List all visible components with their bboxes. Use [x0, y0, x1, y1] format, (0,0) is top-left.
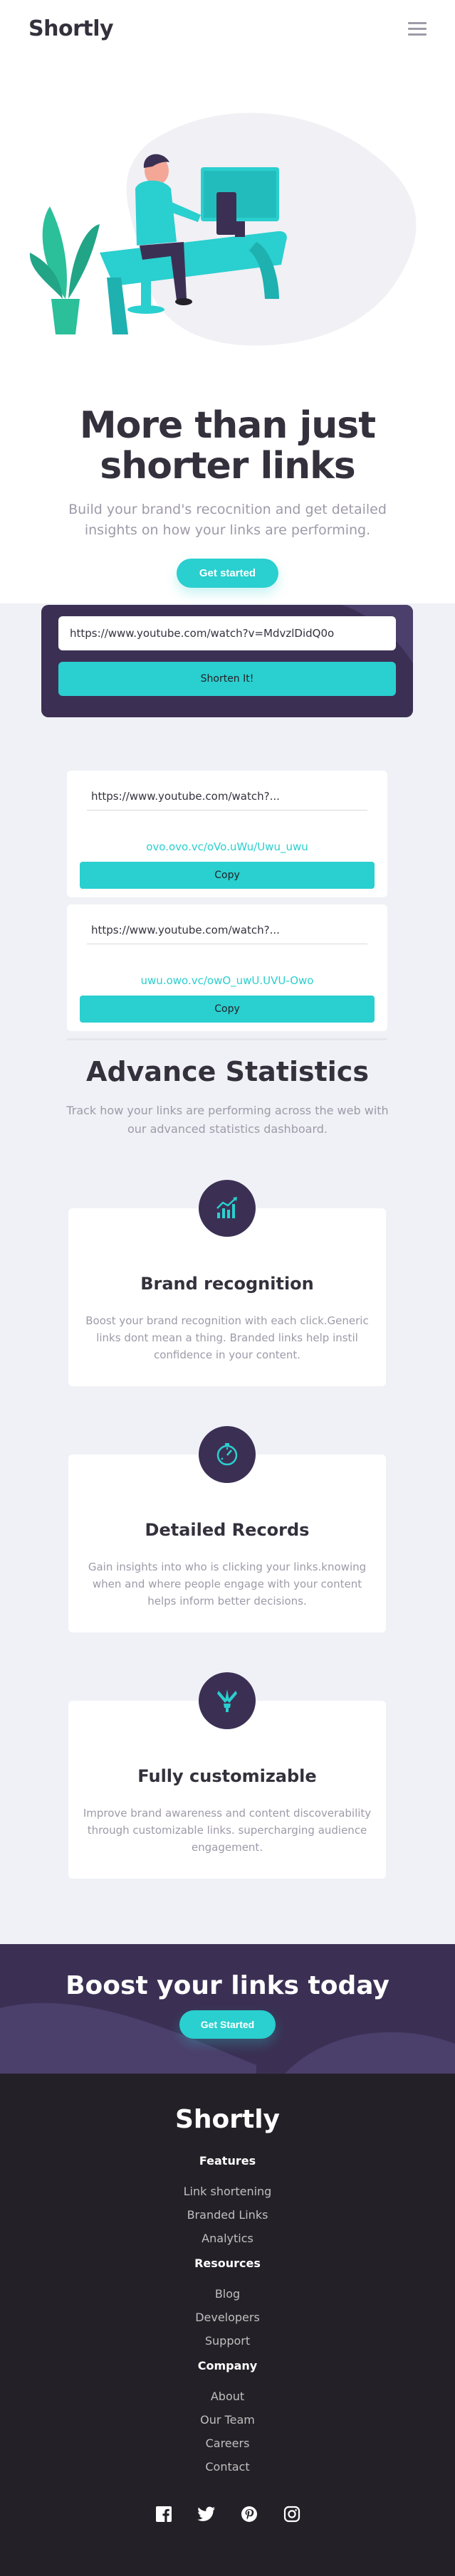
- footer-link[interactable]: Careers: [0, 2437, 455, 2450]
- feature-title: Brand recognition: [140, 1274, 314, 1294]
- boost-section: Boost your links today Get Started: [0, 1944, 455, 2074]
- hero-title-line2: shorter links: [100, 445, 355, 488]
- instagram-icon[interactable]: [283, 2505, 301, 2523]
- original-link: https://www.youtube.com/watch?...: [87, 904, 367, 944]
- footer-column-company: Company About Our Team Careers Contact: [0, 2359, 455, 2474]
- footer-logo[interactable]: Shortly: [0, 2105, 455, 2134]
- footer-column-title: Company: [197, 2359, 258, 2372]
- footer-link[interactable]: Analytics: [0, 2232, 455, 2245]
- footer-link[interactable]: Developers: [0, 2311, 455, 2324]
- brush-icon: [199, 1672, 256, 1729]
- copy-button[interactable]: Copy: [80, 996, 375, 1023]
- feature-card-brand-recognition: Brand recognition Boost your brand recog…: [68, 1180, 386, 1386]
- chart-icon: [199, 1180, 256, 1237]
- page: Shortly More than just shorter links Bui…: [0, 0, 455, 2576]
- get-started-button[interactable]: Get started: [176, 559, 279, 588]
- boost-get-started-button[interactable]: Get Started: [179, 2010, 276, 2039]
- twitter-icon[interactable]: [197, 2505, 216, 2523]
- site-header: Shortly: [0, 0, 455, 57]
- social-links: [0, 2505, 455, 2523]
- hero-title: More than just shorter links: [43, 404, 412, 488]
- boost-background-shape: [0, 2002, 455, 2074]
- feature-title: Detailed Records: [145, 1520, 310, 1540]
- footer-link[interactable]: Contact: [0, 2460, 455, 2474]
- shorten-button[interactable]: Shorten It!: [58, 662, 396, 696]
- site-footer: Shortly Features Link shortening Branded…: [0, 2074, 455, 2576]
- footer-link[interactable]: Branded Links: [0, 2208, 455, 2222]
- divider: [67, 1038, 387, 1040]
- shorten-form: Shorten It!: [41, 605, 413, 717]
- hero-illustration: [0, 100, 455, 406]
- short-link[interactable]: uwu.owo.vc/owO_uwU.UVU-Owo: [80, 974, 375, 987]
- original-link: https://www.youtube.com/watch?...: [87, 771, 367, 811]
- footer-link[interactable]: About: [0, 2390, 455, 2403]
- footer-column-resources: Resources Blog Developers Support: [0, 2256, 455, 2348]
- footer-column-title: Features: [199, 2154, 256, 2168]
- gauge-icon: [199, 1426, 256, 1483]
- shortened-results: https://www.youtube.com/watch?... ovo.ov…: [67, 771, 387, 1040]
- hero-subtitle: Build your brand's recocnition and get d…: [68, 502, 387, 538]
- boost-title: Boost your links today: [66, 1971, 389, 2000]
- footer-link[interactable]: Link shortening: [0, 2185, 455, 2198]
- facebook-icon[interactable]: [155, 2505, 173, 2523]
- feature-card-fully-customizable: Fully customizable Improve brand awarene…: [68, 1672, 386, 1879]
- hero-section: Shortly More than just shorter links Bui…: [0, 0, 455, 603]
- pinterest-icon[interactable]: [240, 2505, 258, 2523]
- feature-title: Fully customizable: [137, 1766, 317, 1786]
- stats-subtitle: Track how your links are performing acro…: [66, 1104, 389, 1136]
- footer-column-features: Features Link shortening Branded Links A…: [0, 2154, 455, 2245]
- url-input[interactable]: [58, 616, 396, 650]
- hero-text: More than just shorter links Build your …: [0, 404, 455, 588]
- feature-text: Improve brand awareness and content disc…: [83, 1807, 372, 1854]
- hamburger-menu-icon[interactable]: [408, 21, 427, 36]
- hero-title-line1: More than just: [79, 404, 376, 447]
- result-card: https://www.youtube.com/watch?... ovo.ov…: [67, 771, 387, 897]
- footer-column-title: Resources: [194, 2256, 261, 2270]
- feature-text: Gain insights into who is clicking your …: [88, 1561, 367, 1608]
- feature-text: Boost your brand recognition with each c…: [85, 1314, 369, 1361]
- footer-link[interactable]: Blog: [0, 2287, 455, 2301]
- stats-title: Advance Statistics: [86, 1056, 369, 1087]
- logo[interactable]: Shortly: [28, 16, 114, 41]
- result-card: https://www.youtube.com/watch?... uwu.ow…: [67, 904, 387, 1031]
- feature-card-detailed-records: Detailed Records Gain insights into who …: [68, 1426, 386, 1632]
- copy-button[interactable]: Copy: [80, 862, 375, 889]
- short-link[interactable]: ovo.ovo.vc/oVo.uWu/Uwu_uwu: [80, 840, 375, 853]
- footer-link[interactable]: Support: [0, 2334, 455, 2348]
- footer-link[interactable]: Our Team: [0, 2413, 455, 2427]
